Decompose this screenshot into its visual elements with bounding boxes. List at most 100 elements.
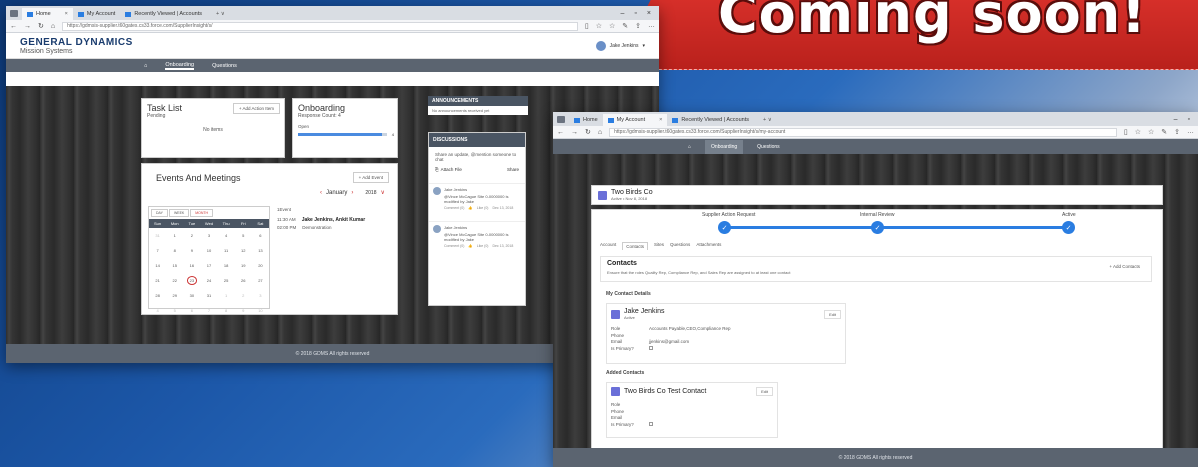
tab-actions-icon[interactable] [557,115,565,123]
calendar-day[interactable]: 4 [149,303,166,318]
forward-icon[interactable]: → [24,23,31,30]
back-icon[interactable]: ← [10,23,17,30]
calendar-day[interactable]: 22 [166,273,183,288]
record-tab-questions[interactable]: Questions [670,242,690,250]
reading-view-icon[interactable]: ▯ [1124,128,1128,136]
home-icon[interactable]: ⌂ [688,144,691,150]
calendar-day[interactable]: 7 [149,243,166,258]
calendar-day[interactable]: 15 [166,258,183,273]
new-tab-icon[interactable]: + ∨ [749,117,772,123]
edit-button[interactable]: Edit [756,387,773,396]
record-tab-sites[interactable]: Sites [654,242,664,250]
gd-logo[interactable]: GENERAL DYNAMICS Mission Systems [20,37,133,55]
new-tab-icon[interactable]: + ∨ [202,11,225,17]
event-item[interactable]: 11:30 AM Jake Jenkins, Ankit Kumar [277,217,365,223]
comment-link[interactable]: Comment (0) [444,206,464,210]
attach-file-link[interactable]: Attach File [441,167,462,172]
calendar-day[interactable]: 18 [218,258,235,273]
url-field[interactable]: https://gdmsis-supplier.t60gates.cs33.fo… [609,127,1117,137]
more-icon[interactable]: … [1187,128,1194,136]
calendar-day[interactable]: 30 [183,288,200,303]
tab-my-account[interactable]: My Account × [602,114,668,126]
calendar-day[interactable]: 6 [183,303,200,318]
url-field[interactable]: https://gdmsis-supplier.t60gates.cs33.fo… [62,21,578,31]
prev-month-icon[interactable]: ‹ [320,190,322,196]
calendar-day[interactable]: 26 [235,273,252,288]
post-author[interactable]: Jake Jenkins [444,187,521,192]
calendar-tab-month[interactable]: MONTH [190,209,214,217]
refresh-icon[interactable]: ↻ [585,128,591,136]
share-icon[interactable]: ⇪ [1174,128,1180,136]
calendar-tab-day[interactable]: DAY [151,209,168,217]
minimize-icon[interactable]: – [1174,116,1178,123]
calendar-day[interactable]: 21 [149,273,166,288]
record-tab-account[interactable]: Account [600,242,616,250]
calendar-day[interactable]: 25 [218,273,235,288]
nav-questions[interactable]: Questions [757,144,780,150]
calendar-day[interactable]: 5 [235,228,252,243]
share-button[interactable]: Share [507,167,519,172]
record-tab-contacts[interactable]: Contacts [622,242,649,250]
tab-home[interactable]: Home × [22,8,73,20]
tab-recently-viewed[interactable]: Recently Viewed | Accounts + ∨ [667,114,776,126]
thumbs-up-icon[interactable]: 👍 [468,244,472,248]
calendar-day[interactable]: 5 [166,303,183,318]
close-icon[interactable]: × [51,11,68,17]
record-tab-attachments[interactable]: Attachments [696,242,721,250]
calendar-day[interactable]: 2 [183,228,200,243]
nav-onboarding[interactable]: Onboarding [165,62,195,70]
path-step-complete-icon[interactable]: ✓ [718,221,731,234]
calendar-day[interactable]: 23 [183,273,200,288]
home-icon[interactable]: ⌂ [51,23,55,30]
calendar-day[interactable]: 24 [200,273,217,288]
calendar-day[interactable]: 29 [166,288,183,303]
calendar-day[interactable]: 3 [252,288,269,303]
calendar-day[interactable]: 8 [166,243,183,258]
calendar-day[interactable]: 6 [252,228,269,243]
like-link[interactable]: Like (0) [477,244,489,248]
path-step-complete-icon[interactable]: ✓ [1062,221,1075,234]
calendar-day[interactable]: 12 [235,243,252,258]
more-icon[interactable]: … [648,22,655,30]
calendar-day[interactable]: 16 [183,258,200,273]
calendar-day[interactable]: 17 [200,258,217,273]
add-contacts-button[interactable]: + Add Contacts [1104,262,1145,271]
nav-questions[interactable]: Questions [212,63,237,69]
calendar-day[interactable]: 28 [149,288,166,303]
tab-my-account[interactable]: My Account [73,8,120,20]
home-icon[interactable]: ⌂ [144,63,147,69]
notes-icon[interactable]: ✎ [622,22,628,30]
tab-actions-icon[interactable] [10,9,18,17]
next-month-icon[interactable]: › [351,190,353,196]
calendar-day[interactable]: 4 [218,228,235,243]
forward-icon[interactable]: → [571,129,578,136]
calendar-day[interactable]: 10 [200,243,217,258]
share-update-input[interactable]: Share an update, @mention someone to cha… [429,147,525,167]
thumbs-up-icon[interactable]: 👍 [468,206,472,210]
user-menu[interactable]: Jake Jenkins ▾ [595,40,645,51]
calendar-day[interactable]: 19 [235,258,252,273]
add-event-button[interactable]: + Add Event [352,172,389,183]
nav-onboarding[interactable]: Onboarding [705,139,744,154]
calendar-day[interactable]: 13 [252,243,269,258]
calendar-day[interactable]: 31 [200,288,217,303]
tab-recently-viewed[interactable]: Recently Viewed | Accounts + ∨ [120,8,229,20]
minimize-icon[interactable]: – [621,10,625,17]
calendar-day[interactable]: 10 [252,303,269,318]
maximize-icon[interactable]: ▫ [1188,116,1190,123]
calendar-day[interactable]: 27 [252,273,269,288]
path-step-complete-icon[interactable]: ✓ [871,221,884,234]
year-select[interactable]: 2018 [365,190,376,196]
share-icon[interactable]: ⇪ [635,22,641,30]
tab-home[interactable]: Home [569,114,603,126]
calendar-day[interactable]: 1 [166,228,183,243]
favorite-star-icon[interactable]: ☆ [1135,128,1141,136]
calendar-day[interactable]: 14 [149,258,166,273]
favorites-icon[interactable]: ☆ [609,22,615,30]
chevron-down-icon[interactable]: ∨ [380,189,384,196]
calendar-day[interactable]: 9 [183,243,200,258]
reading-view-icon[interactable]: ▯ [585,22,589,30]
calendar-day[interactable]: 7 [200,303,217,318]
favorites-icon[interactable]: ☆ [1148,128,1154,136]
calendar-day[interactable]: 31 [149,228,166,243]
